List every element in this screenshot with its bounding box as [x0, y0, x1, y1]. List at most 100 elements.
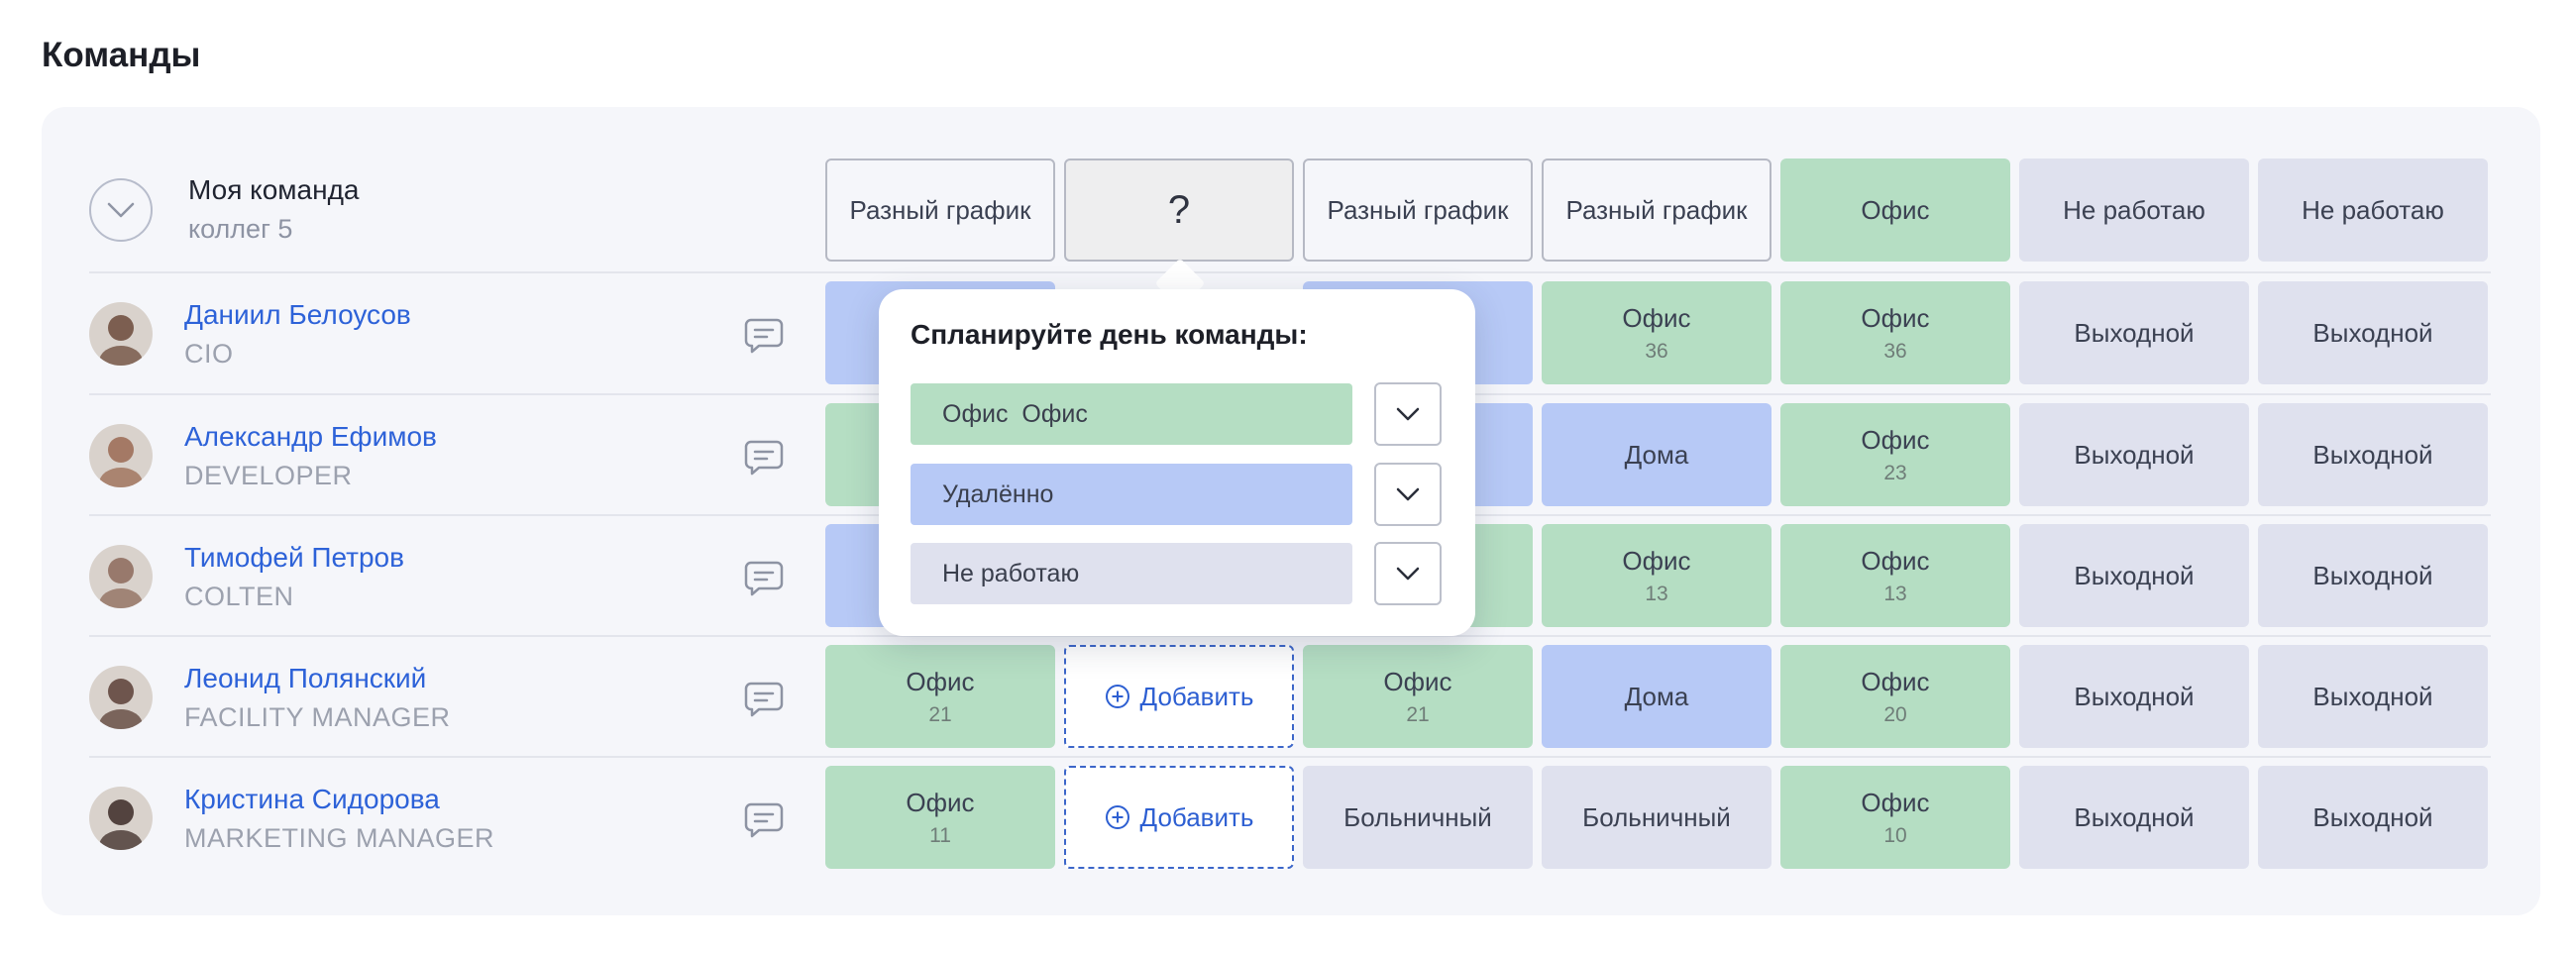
- day-cell[interactable]: Офис 13: [1542, 524, 1771, 627]
- add-day-button[interactable]: Добавить: [1064, 766, 1294, 869]
- option-dropdown-button[interactable]: [1374, 382, 1442, 446]
- day-cell[interactable]: Офис 36: [1542, 281, 1771, 384]
- day-status-label: Выходной: [2312, 560, 2433, 590]
- team-day-label: Разный график: [1327, 194, 1509, 225]
- day-cell[interactable]: Дома: [1542, 645, 1771, 748]
- avatar[interactable]: [89, 666, 153, 729]
- person-name-link[interactable]: Даниил Белоусов: [184, 299, 411, 331]
- day-status-label: Офис: [1861, 424, 1930, 455]
- day-cell[interactable]: Офис 13: [1780, 524, 2010, 627]
- plan-option-home[interactable]: Удалённо: [911, 464, 1352, 525]
- day-status-label: Выходной: [2312, 439, 2433, 470]
- team-day-label: Не работаю: [2063, 194, 2205, 225]
- day-status-label: Офис: [1861, 545, 1930, 576]
- person-name-link[interactable]: Тимофей Петров: [184, 542, 404, 574]
- team-day-cell[interactable]: ?: [1064, 159, 1294, 262]
- day-cell[interactable]: Выходной: [2019, 766, 2249, 869]
- chevron-down-icon: [107, 202, 135, 218]
- chat-icon[interactable]: [743, 681, 785, 718]
- day-cell[interactable]: Выходной: [2258, 645, 2488, 748]
- day-cell[interactable]: Больничный: [1542, 766, 1771, 869]
- day-cell[interactable]: Офис 20: [1780, 645, 2010, 748]
- collapse-toggle-button[interactable]: [89, 178, 153, 242]
- person-name-link[interactable]: Александр Ефимов: [184, 421, 437, 453]
- day-status-label: Добавить: [1139, 801, 1254, 832]
- chevron-down-icon: [1396, 567, 1420, 581]
- day-count: 20: [1883, 702, 1907, 726]
- team-header: Моя команда коллег 5: [89, 159, 783, 262]
- day-status-label: Выходной: [2074, 439, 2195, 470]
- day-status-label: Выходной: [2074, 681, 2195, 711]
- day-cell[interactable]: Выходной: [2258, 403, 2488, 506]
- day-count: 36: [1645, 339, 1668, 363]
- team-day-cell[interactable]: Не работаю: [2258, 159, 2488, 262]
- day-cell[interactable]: Выходной: [2258, 766, 2488, 869]
- chat-icon[interactable]: [743, 439, 785, 477]
- day-cell[interactable]: Офис 21: [1303, 645, 1533, 748]
- day-count: 21: [1406, 702, 1430, 726]
- team-day-cell[interactable]: Разный график: [825, 159, 1055, 262]
- day-status-label: Больничный: [1582, 801, 1731, 832]
- day-count: 13: [1645, 582, 1668, 605]
- day-cell[interactable]: Выходной: [2019, 403, 2249, 506]
- day-count: 23: [1883, 461, 1907, 484]
- day-cell[interactable]: Выходной: [2258, 524, 2488, 627]
- plan-option-office[interactable]: Офис Офис: [911, 383, 1352, 445]
- option-dropdown-button[interactable]: [1374, 542, 1442, 605]
- plan-option-off[interactable]: Не работаю: [911, 543, 1352, 604]
- day-cell[interactable]: Дома: [1542, 403, 1771, 506]
- day-cell[interactable]: Больничный: [1303, 766, 1533, 869]
- team-day-cell[interactable]: Разный график: [1303, 159, 1533, 262]
- day-cell[interactable]: Выходной: [2019, 524, 2249, 627]
- day-cell[interactable]: Выходной: [2258, 281, 2488, 384]
- avatar[interactable]: [89, 302, 153, 366]
- team-day-cell[interactable]: Разный график: [1542, 159, 1771, 262]
- day-status-label: Офис: [906, 666, 975, 696]
- team-day-cell[interactable]: Не работаю: [2019, 159, 2249, 262]
- day-cell[interactable]: Выходной: [2019, 645, 2249, 748]
- chevron-down-icon: [1396, 407, 1420, 421]
- team-day-label: Офис: [1861, 194, 1930, 225]
- day-status-label: Выходной: [2074, 801, 2195, 832]
- person-role: DEVELOPER: [184, 461, 353, 490]
- day-cell[interactable]: Офис 11: [825, 766, 1055, 869]
- day-status-label: Офис: [1622, 545, 1691, 576]
- team-day-label: Не работаю: [2302, 194, 2444, 225]
- chat-icon[interactable]: [743, 317, 785, 355]
- day-status-label: Выходной: [2074, 317, 2195, 348]
- day-cell[interactable]: Выходной: [2019, 281, 2249, 384]
- day-status-label: Офис: [1383, 666, 1452, 696]
- row-divider: [89, 756, 2491, 758]
- team-name: Моя команда: [188, 174, 360, 205]
- day-count: 21: [928, 702, 952, 726]
- chat-icon[interactable]: [743, 560, 785, 597]
- chat-icon[interactable]: [743, 801, 785, 839]
- day-count: 36: [1883, 339, 1907, 363]
- day-status-label: Офис: [1861, 787, 1930, 817]
- person-role: MARKETING MANAGER: [184, 823, 495, 853]
- person-row: Александр Ефимов DEVELOPER: [89, 403, 785, 506]
- day-cell[interactable]: Офис 23: [1780, 403, 2010, 506]
- person-role: FACILITY MANAGER: [184, 702, 451, 732]
- avatar[interactable]: [89, 424, 153, 487]
- add-day-button[interactable]: Добавить: [1064, 645, 1294, 748]
- day-status-label: Офис: [1622, 302, 1691, 333]
- plus-circle-icon: [1105, 684, 1130, 709]
- day-status-label: Выходной: [2312, 681, 2433, 711]
- option-dropdown-button[interactable]: [1374, 463, 1442, 526]
- day-status-label: Дома: [1624, 681, 1689, 711]
- team-day-label: ?: [1167, 187, 1191, 232]
- day-status-label: Добавить: [1139, 681, 1254, 711]
- team-day-cell[interactable]: Офис: [1780, 159, 2010, 262]
- person-row: Тимофей Петров COLTEN: [89, 524, 785, 627]
- person-name-link[interactable]: Леонид Полянский: [184, 663, 426, 694]
- avatar[interactable]: [89, 545, 153, 608]
- day-cell[interactable]: Офис 21: [825, 645, 1055, 748]
- plus-circle-icon: [1105, 804, 1130, 830]
- day-cell[interactable]: Офис 36: [1780, 281, 2010, 384]
- day-count: 13: [1883, 582, 1907, 605]
- person-row: Даниил Белоусов CIO: [89, 281, 785, 384]
- day-cell[interactable]: Офис 10: [1780, 766, 2010, 869]
- person-name-link[interactable]: Кристина Сидорова: [184, 784, 440, 815]
- avatar[interactable]: [89, 787, 153, 850]
